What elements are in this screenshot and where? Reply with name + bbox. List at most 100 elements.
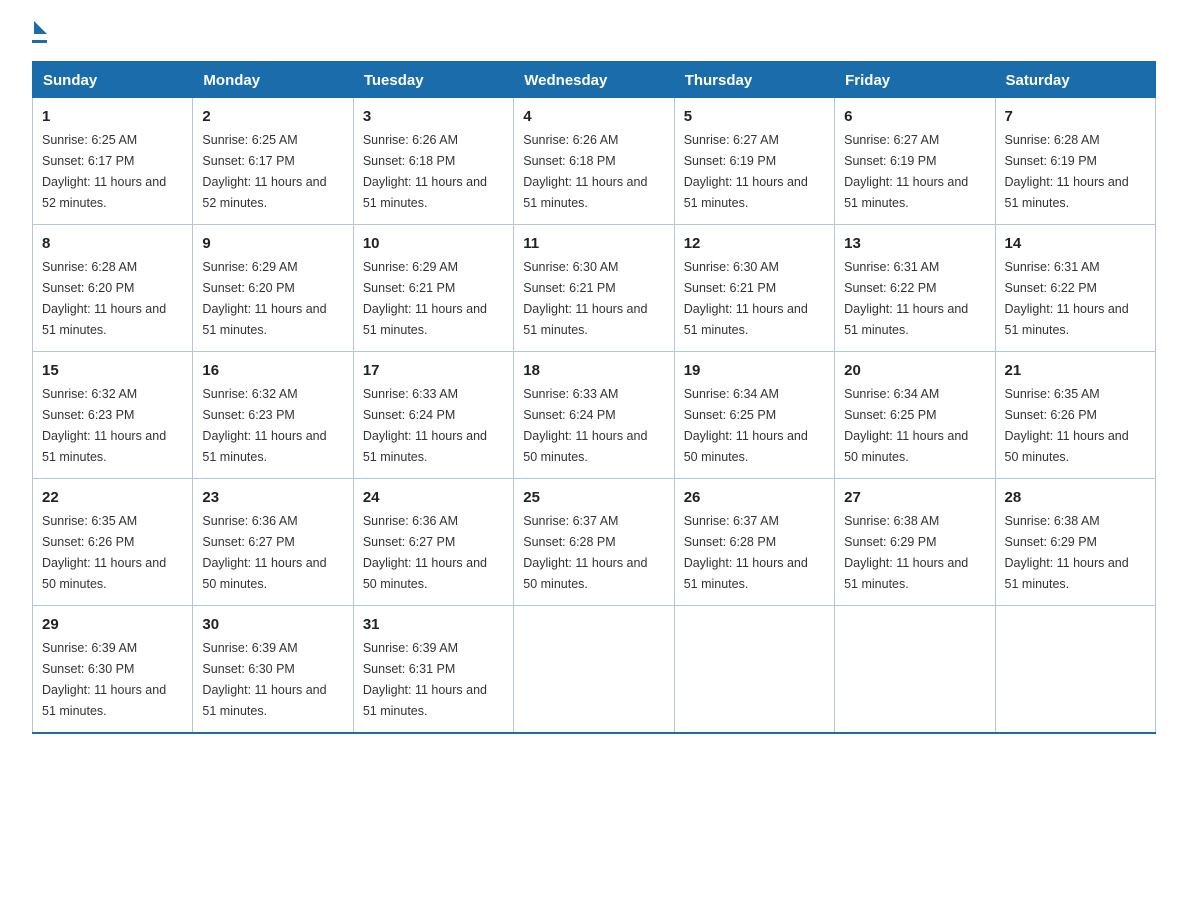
day-number: 3 — [363, 105, 504, 128]
day-number: 11 — [523, 232, 664, 255]
day-number: 6 — [844, 105, 985, 128]
calendar-cell: 31 Sunrise: 6:39 AMSunset: 6:31 PMDaylig… — [353, 605, 513, 732]
calendar-cell: 13 Sunrise: 6:31 AMSunset: 6:22 PMDaylig… — [835, 224, 995, 351]
day-number: 15 — [42, 359, 183, 382]
day-sunrise: Sunrise: 6:35 AMSunset: 6:26 PMDaylight:… — [1005, 387, 1129, 464]
calendar-cell: 24 Sunrise: 6:36 AMSunset: 6:27 PMDaylig… — [353, 478, 513, 605]
day-number: 29 — [42, 613, 183, 636]
day-sunrise: Sunrise: 6:27 AMSunset: 6:19 PMDaylight:… — [684, 133, 808, 210]
day-sunrise: Sunrise: 6:34 AMSunset: 6:25 PMDaylight:… — [684, 387, 808, 464]
calendar-cell: 6 Sunrise: 6:27 AMSunset: 6:19 PMDayligh… — [835, 98, 995, 225]
calendar-cell: 3 Sunrise: 6:26 AMSunset: 6:18 PMDayligh… — [353, 98, 513, 225]
day-sunrise: Sunrise: 6:37 AMSunset: 6:28 PMDaylight:… — [684, 514, 808, 591]
day-number: 8 — [42, 232, 183, 255]
week-row-2: 8 Sunrise: 6:28 AMSunset: 6:20 PMDayligh… — [33, 224, 1156, 351]
calendar-cell: 27 Sunrise: 6:38 AMSunset: 6:29 PMDaylig… — [835, 478, 995, 605]
calendar-cell: 1 Sunrise: 6:25 AMSunset: 6:17 PMDayligh… — [33, 98, 193, 225]
calendar-cell: 11 Sunrise: 6:30 AMSunset: 6:21 PMDaylig… — [514, 224, 674, 351]
calendar-cell: 16 Sunrise: 6:32 AMSunset: 6:23 PMDaylig… — [193, 351, 353, 478]
col-header-tuesday: Tuesday — [353, 62, 513, 98]
calendar-cell: 8 Sunrise: 6:28 AMSunset: 6:20 PMDayligh… — [33, 224, 193, 351]
logo-underline — [32, 40, 47, 43]
day-number: 21 — [1005, 359, 1146, 382]
day-number: 23 — [202, 486, 343, 509]
calendar-cell — [995, 605, 1155, 732]
day-number: 9 — [202, 232, 343, 255]
week-row-5: 29 Sunrise: 6:39 AMSunset: 6:30 PMDaylig… — [33, 605, 1156, 732]
day-number: 1 — [42, 105, 183, 128]
day-sunrise: Sunrise: 6:26 AMSunset: 6:18 PMDaylight:… — [363, 133, 487, 210]
calendar-cell: 29 Sunrise: 6:39 AMSunset: 6:30 PMDaylig… — [33, 605, 193, 732]
week-row-1: 1 Sunrise: 6:25 AMSunset: 6:17 PMDayligh… — [33, 98, 1156, 225]
day-sunrise: Sunrise: 6:28 AMSunset: 6:20 PMDaylight:… — [42, 260, 166, 337]
day-number: 12 — [684, 232, 825, 255]
col-header-friday: Friday — [835, 62, 995, 98]
calendar-cell: 25 Sunrise: 6:37 AMSunset: 6:28 PMDaylig… — [514, 478, 674, 605]
day-sunrise: Sunrise: 6:31 AMSunset: 6:22 PMDaylight:… — [1005, 260, 1129, 337]
calendar-cell: 9 Sunrise: 6:29 AMSunset: 6:20 PMDayligh… — [193, 224, 353, 351]
logo — [32, 24, 47, 43]
day-sunrise: Sunrise: 6:36 AMSunset: 6:27 PMDaylight:… — [202, 514, 326, 591]
day-number: 18 — [523, 359, 664, 382]
calendar-table: SundayMondayTuesdayWednesdayThursdayFrid… — [32, 61, 1156, 734]
col-header-monday: Monday — [193, 62, 353, 98]
day-number: 28 — [1005, 486, 1146, 509]
day-sunrise: Sunrise: 6:39 AMSunset: 6:30 PMDaylight:… — [202, 641, 326, 718]
day-sunrise: Sunrise: 6:32 AMSunset: 6:23 PMDaylight:… — [42, 387, 166, 464]
day-number: 4 — [523, 105, 664, 128]
day-sunrise: Sunrise: 6:32 AMSunset: 6:23 PMDaylight:… — [202, 387, 326, 464]
day-number: 26 — [684, 486, 825, 509]
calendar-cell: 2 Sunrise: 6:25 AMSunset: 6:17 PMDayligh… — [193, 98, 353, 225]
calendar-cell — [835, 605, 995, 732]
col-header-thursday: Thursday — [674, 62, 834, 98]
day-number: 13 — [844, 232, 985, 255]
week-row-3: 15 Sunrise: 6:32 AMSunset: 6:23 PMDaylig… — [33, 351, 1156, 478]
day-number: 24 — [363, 486, 504, 509]
day-sunrise: Sunrise: 6:33 AMSunset: 6:24 PMDaylight:… — [523, 387, 647, 464]
calendar-cell: 20 Sunrise: 6:34 AMSunset: 6:25 PMDaylig… — [835, 351, 995, 478]
day-sunrise: Sunrise: 6:25 AMSunset: 6:17 PMDaylight:… — [42, 133, 166, 210]
day-number: 10 — [363, 232, 504, 255]
day-number: 17 — [363, 359, 504, 382]
logo-arrow-icon — [34, 21, 47, 34]
calendar-cell: 21 Sunrise: 6:35 AMSunset: 6:26 PMDaylig… — [995, 351, 1155, 478]
day-number: 20 — [844, 359, 985, 382]
col-header-sunday: Sunday — [33, 62, 193, 98]
day-sunrise: Sunrise: 6:37 AMSunset: 6:28 PMDaylight:… — [523, 514, 647, 591]
day-number: 27 — [844, 486, 985, 509]
calendar-cell: 26 Sunrise: 6:37 AMSunset: 6:28 PMDaylig… — [674, 478, 834, 605]
calendar-cell: 12 Sunrise: 6:30 AMSunset: 6:21 PMDaylig… — [674, 224, 834, 351]
calendar-cell: 18 Sunrise: 6:33 AMSunset: 6:24 PMDaylig… — [514, 351, 674, 478]
day-sunrise: Sunrise: 6:34 AMSunset: 6:25 PMDaylight:… — [844, 387, 968, 464]
day-sunrise: Sunrise: 6:38 AMSunset: 6:29 PMDaylight:… — [1005, 514, 1129, 591]
calendar-cell: 19 Sunrise: 6:34 AMSunset: 6:25 PMDaylig… — [674, 351, 834, 478]
calendar-cell: 5 Sunrise: 6:27 AMSunset: 6:19 PMDayligh… — [674, 98, 834, 225]
calendar-cell — [514, 605, 674, 732]
day-sunrise: Sunrise: 6:39 AMSunset: 6:31 PMDaylight:… — [363, 641, 487, 718]
calendar-cell: 4 Sunrise: 6:26 AMSunset: 6:18 PMDayligh… — [514, 98, 674, 225]
day-sunrise: Sunrise: 6:27 AMSunset: 6:19 PMDaylight:… — [844, 133, 968, 210]
day-number: 2 — [202, 105, 343, 128]
day-sunrise: Sunrise: 6:29 AMSunset: 6:20 PMDaylight:… — [202, 260, 326, 337]
day-sunrise: Sunrise: 6:35 AMSunset: 6:26 PMDaylight:… — [42, 514, 166, 591]
calendar-cell: 7 Sunrise: 6:28 AMSunset: 6:19 PMDayligh… — [995, 98, 1155, 225]
calendar-cell: 17 Sunrise: 6:33 AMSunset: 6:24 PMDaylig… — [353, 351, 513, 478]
col-header-saturday: Saturday — [995, 62, 1155, 98]
day-number: 31 — [363, 613, 504, 636]
day-sunrise: Sunrise: 6:30 AMSunset: 6:21 PMDaylight:… — [684, 260, 808, 337]
calendar-cell: 15 Sunrise: 6:32 AMSunset: 6:23 PMDaylig… — [33, 351, 193, 478]
calendar-cell — [674, 605, 834, 732]
day-sunrise: Sunrise: 6:31 AMSunset: 6:22 PMDaylight:… — [844, 260, 968, 337]
calendar-cell: 28 Sunrise: 6:38 AMSunset: 6:29 PMDaylig… — [995, 478, 1155, 605]
day-sunrise: Sunrise: 6:33 AMSunset: 6:24 PMDaylight:… — [363, 387, 487, 464]
day-sunrise: Sunrise: 6:39 AMSunset: 6:30 PMDaylight:… — [42, 641, 166, 718]
day-number: 16 — [202, 359, 343, 382]
week-row-4: 22 Sunrise: 6:35 AMSunset: 6:26 PMDaylig… — [33, 478, 1156, 605]
day-number: 19 — [684, 359, 825, 382]
day-sunrise: Sunrise: 6:25 AMSunset: 6:17 PMDaylight:… — [202, 133, 326, 210]
calendar-cell: 14 Sunrise: 6:31 AMSunset: 6:22 PMDaylig… — [995, 224, 1155, 351]
day-number: 25 — [523, 486, 664, 509]
calendar-cell: 10 Sunrise: 6:29 AMSunset: 6:21 PMDaylig… — [353, 224, 513, 351]
day-sunrise: Sunrise: 6:30 AMSunset: 6:21 PMDaylight:… — [523, 260, 647, 337]
calendar-cell: 22 Sunrise: 6:35 AMSunset: 6:26 PMDaylig… — [33, 478, 193, 605]
